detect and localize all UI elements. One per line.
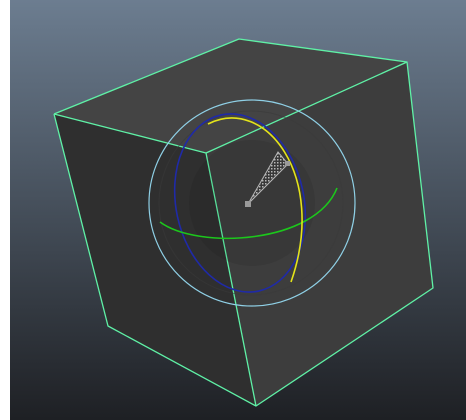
maya-app — [0, 0, 466, 420]
manipulator-trackball-area[interactable] — [189, 140, 315, 266]
viewport-canvas[interactable] — [10, 0, 466, 420]
perspective-viewport[interactable] — [10, 0, 466, 420]
rotate-wedge-handle — [285, 161, 290, 166]
manipulator-pivot-point[interactable] — [245, 201, 251, 207]
